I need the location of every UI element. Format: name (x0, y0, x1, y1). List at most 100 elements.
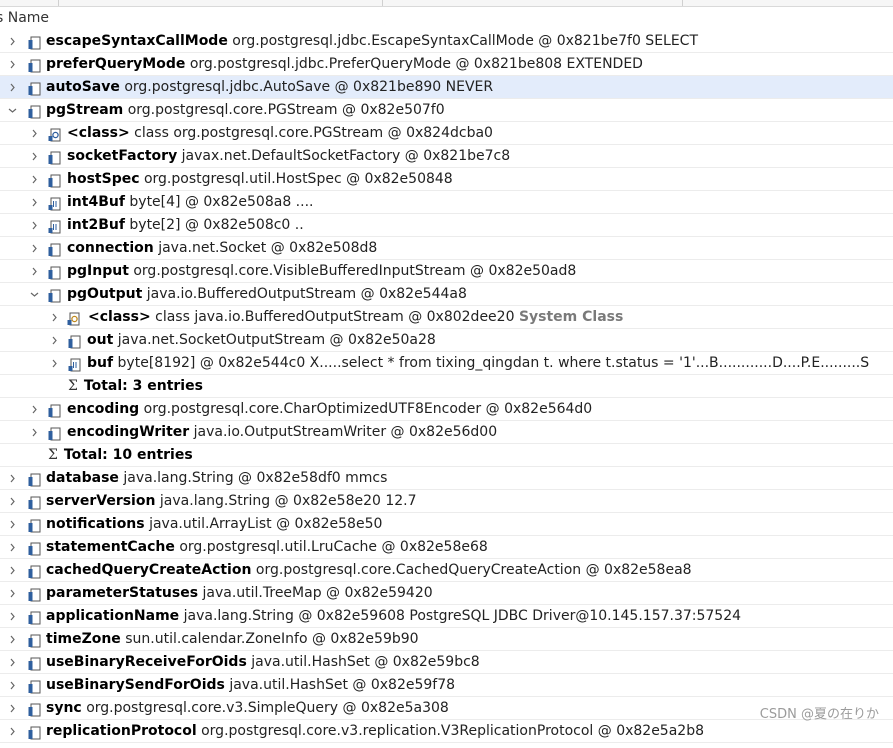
tree-row-pgInput[interactable]: pgInput org.postgresql.core.VisibleBuffe… (0, 260, 893, 283)
chevron-right-icon[interactable] (47, 352, 61, 375)
chevron-right-icon[interactable] (27, 145, 41, 168)
tree-row-notifications[interactable]: notifications java.util.ArrayList @ 0x82… (0, 513, 893, 536)
field-name: <class> (88, 309, 151, 325)
chevron-right-icon[interactable] (27, 421, 41, 444)
tree-row-int4Buf[interactable]: int4Buf byte[4] @ 0x82e508a8 .... (0, 191, 893, 214)
object-field-icon (28, 81, 42, 96)
field-name: cachedQueryCreateAction (46, 562, 252, 578)
field-name: useBinaryReceiveForOids (46, 654, 247, 670)
tree-row-database[interactable]: database java.lang.String @ 0x82e58df0 m… (0, 467, 893, 490)
object-field-icon (68, 334, 82, 349)
field-value: org.postgresql.util.LruCache @ 0x82e58e6… (179, 539, 488, 555)
chevron-right-icon[interactable] (5, 697, 19, 720)
column-header[interactable]: s Name (0, 7, 893, 29)
field-name: notifications (46, 516, 145, 532)
tree-row-encoding[interactable]: encoding org.postgresql.core.CharOptimiz… (0, 398, 893, 421)
field-name: pgInput (67, 263, 129, 279)
field-name: pgOutput (67, 286, 143, 302)
object-field-icon (48, 426, 62, 441)
field-value: java.net.SocketOutputStream @ 0x82e50a28 (117, 332, 436, 348)
field-name: encoding (67, 401, 140, 417)
chevron-right-icon[interactable] (27, 398, 41, 421)
tree-row-useBinarySendForOids[interactable]: useBinarySendForOids java.util.HashSet @… (0, 674, 893, 697)
tree-row-out[interactable]: out java.net.SocketOutputStream @ 0x82e5… (0, 329, 893, 352)
chevron-right-icon[interactable] (27, 191, 41, 214)
tree-row-total: Σ Total: 10 entries (0, 444, 893, 467)
chevron-right-icon[interactable] (47, 329, 61, 352)
tree-row-timeZone[interactable]: timeZone sun.util.calendar.ZoneInfo @ 0x… (0, 628, 893, 651)
system-class-tag: System Class (518, 309, 624, 325)
tree-row-int2Buf[interactable]: int2Buf byte[2] @ 0x82e508c0 .. (0, 214, 893, 237)
array-field-icon (68, 357, 82, 372)
field-name: out (87, 332, 114, 348)
field-name: pgStream (46, 102, 124, 118)
tree-row-statementCache[interactable]: statementCache org.postgresql.util.LruCa… (0, 536, 893, 559)
object-tree[interactable]: escapeSyntaxCallMode org.postgresql.jdbc… (0, 30, 893, 743)
field-name: useBinarySendForOids (46, 677, 225, 693)
array-field-icon (48, 219, 62, 234)
object-field-icon (28, 518, 42, 533)
tree-row-encodingWriter[interactable]: encodingWriter java.io.OutputStreamWrite… (0, 421, 893, 444)
field-name: int2Buf (67, 217, 125, 233)
field-value: byte[8192] @ 0x82e544c0 X.....select * f… (117, 355, 870, 371)
chevron-right-icon[interactable] (27, 214, 41, 237)
chevron-right-icon[interactable] (5, 467, 19, 490)
chevron-right-icon[interactable] (47, 306, 61, 329)
tree-row-class[interactable]: <class> class org.postgresql.core.PGStre… (0, 122, 893, 145)
chevron-right-icon[interactable] (5, 605, 19, 628)
chevron-right-icon[interactable] (5, 30, 19, 53)
tree-row-buf[interactable]: buf byte[8192] @ 0x82e544c0 X.....select… (0, 352, 893, 375)
field-value: org.postgresql.jdbc.AutoSave @ 0x821be89… (124, 79, 494, 95)
chevron-right-icon[interactable] (5, 76, 19, 99)
field-name: connection (67, 240, 154, 256)
chevron-right-icon[interactable] (5, 674, 19, 697)
system-class-icon (67, 311, 81, 326)
chevron-right-icon[interactable] (27, 237, 41, 260)
tree-row-pgStream[interactable]: pgStream org.postgresql.core.PGStream @ … (0, 99, 893, 122)
chevron-right-icon[interactable] (27, 260, 41, 283)
object-field-icon (48, 288, 62, 303)
object-field-icon (28, 587, 42, 602)
field-value: java.lang.String @ 0x82e59608 PostgreSQL… (183, 608, 742, 624)
field-value: java.util.HashSet @ 0x82e59bc8 (251, 654, 480, 670)
tree-row-applicationName[interactable]: applicationName java.lang.String @ 0x82e… (0, 605, 893, 628)
tree-row-preferQueryMode[interactable]: preferQueryMode org.postgresql.jdbc.Pref… (0, 53, 893, 76)
chevron-right-icon[interactable] (5, 651, 19, 674)
field-value: org.postgresql.core.CharOptimizedUTF8Enc… (143, 401, 593, 417)
object-field-icon (28, 725, 42, 740)
object-field-icon (28, 541, 42, 556)
field-value: byte[4] @ 0x82e508a8 .... (129, 194, 314, 210)
chevron-down-icon[interactable] (5, 99, 19, 122)
chevron-right-icon[interactable] (27, 122, 41, 145)
field-name: applicationName (46, 608, 180, 624)
tree-row-socketFactory[interactable]: socketFactory javax.net.DefaultSocketFac… (0, 145, 893, 168)
field-name: serverVersion (46, 493, 156, 509)
tree-row-escapeSyntaxCallMode[interactable]: escapeSyntaxCallMode org.postgresql.jdbc… (0, 30, 893, 53)
tree-row-hostSpec[interactable]: hostSpec org.postgresql.util.HostSpec @ … (0, 168, 893, 191)
chevron-right-icon[interactable] (5, 53, 19, 76)
object-field-icon (28, 656, 42, 671)
chevron-right-icon[interactable] (5, 536, 19, 559)
tree-row-parameterStatuses[interactable]: parameterStatuses java.util.TreeMap @ 0x… (0, 582, 893, 605)
tree-row-serverVersion[interactable]: serverVersion java.lang.String @ 0x82e58… (0, 490, 893, 513)
chevron-right-icon[interactable] (5, 513, 19, 536)
object-field-icon (48, 173, 62, 188)
array-field-icon (48, 196, 62, 211)
chevron-right-icon[interactable] (27, 168, 41, 191)
tree-row-pgOutput[interactable]: pgOutput java.io.BufferedOutputStream @ … (0, 283, 893, 306)
tree-row-cachedQueryCreateAction[interactable]: cachedQueryCreateAction org.postgresql.c… (0, 559, 893, 582)
tree-row-connection[interactable]: connection java.net.Socket @ 0x82e508d8 (0, 237, 893, 260)
tree-row-useBinaryReceiveForOids[interactable]: useBinaryReceiveForOids java.util.HashSe… (0, 651, 893, 674)
chevron-right-icon[interactable] (5, 559, 19, 582)
chevron-right-icon[interactable] (5, 490, 19, 513)
sigma-icon: Σ (48, 447, 58, 463)
chevron-right-icon[interactable] (5, 628, 19, 651)
field-value: org.postgresql.jdbc.EscapeSyntaxCallMode… (232, 33, 699, 49)
field-name: statementCache (46, 539, 175, 555)
field-value: javax.net.DefaultSocketFactory @ 0x821be… (181, 148, 511, 164)
tree-row-class-system[interactable]: <class> class java.io.BufferedOutputStre… (0, 306, 893, 329)
class-icon (48, 127, 62, 142)
chevron-right-icon[interactable] (5, 582, 19, 605)
chevron-down-icon[interactable] (27, 283, 41, 306)
tree-row-autoSave[interactable]: autoSave org.postgresql.jdbc.AutoSave @ … (0, 76, 893, 99)
